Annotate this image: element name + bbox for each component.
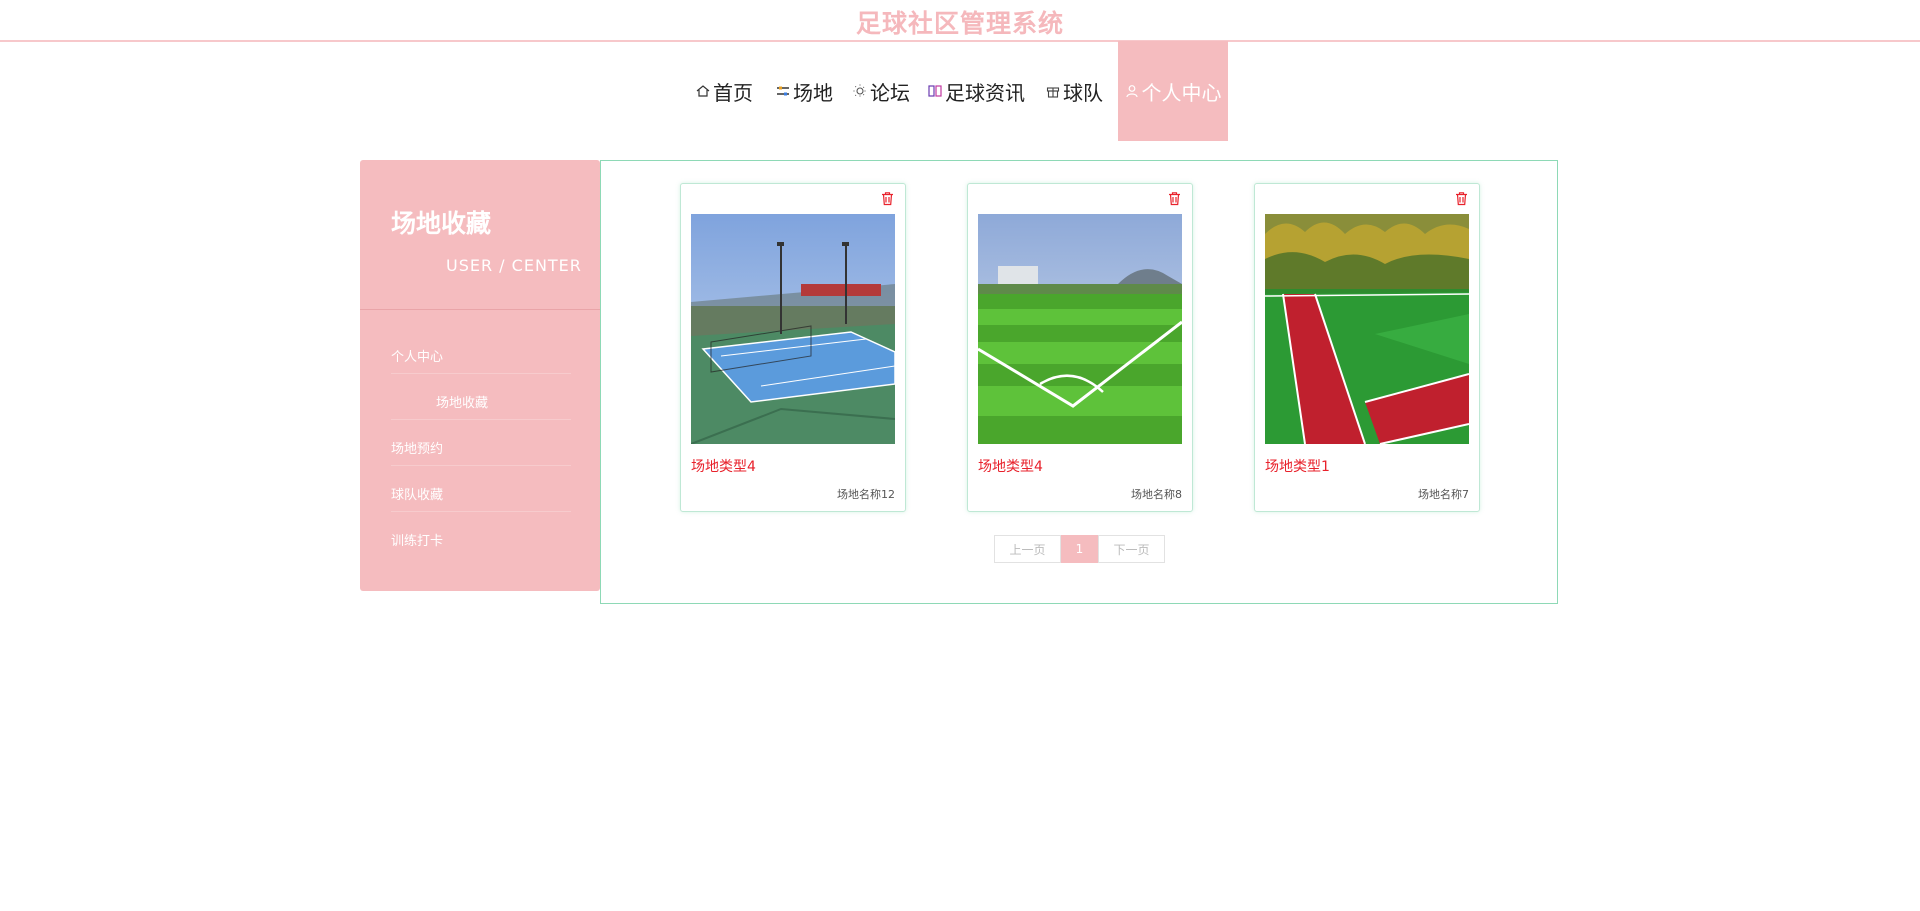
venue-photo[interactable]	[978, 214, 1182, 444]
trash-icon[interactable]	[1454, 191, 1469, 206]
trash-icon[interactable]	[1167, 191, 1182, 206]
sidebar-item-training-checkin[interactable]: 训练打卡	[391, 530, 443, 549]
pagination: 上一页 1 下一页	[994, 535, 1165, 563]
venue-type[interactable]: 场地类型4	[691, 456, 756, 476]
sidebar-divider	[391, 465, 571, 466]
sidebar-title: 场地收藏	[391, 209, 492, 238]
nav-item-label: 个人中心	[1141, 80, 1222, 105]
sliders-icon	[777, 86, 789, 96]
nav-item-user-center[interactable]: 个人中心	[1118, 41, 1228, 141]
sun-icon	[853, 84, 867, 98]
sidebar-divider	[391, 419, 571, 420]
nav-item-home[interactable]: 首页	[696, 41, 753, 141]
venue-type[interactable]: 场地类型1	[1265, 456, 1330, 476]
sidebar-divider	[391, 373, 571, 374]
trash-icon[interactable]	[880, 191, 895, 206]
sidebar-item-venue-favorites[interactable]: 场地收藏	[436, 392, 488, 411]
nav-item-venue[interactable]: 场地	[776, 41, 833, 141]
nav-item-label: 首页	[713, 80, 753, 105]
nav-item-label: 场地	[793, 80, 833, 105]
main-nav: 首页 场地 论坛 足球资讯 球队 个人中心	[0, 41, 1920, 141]
venue-name: 场地名称8	[1131, 488, 1182, 501]
sidebar-item-team-favorites[interactable]: 球队收藏	[391, 484, 443, 503]
sidebar: 场地收藏 USER / CENTER 个人中心 场地收藏 场地预约 球队收藏 训…	[360, 160, 600, 591]
current-page-button[interactable]: 1	[1061, 535, 1098, 563]
sidebar-subtitle: USER / CENTER	[446, 256, 582, 275]
venue-card[interactable]: 场地类型4 场地名称12	[680, 183, 906, 512]
nav-item-forum[interactable]: 论坛	[853, 41, 910, 141]
nav-item-label: 论坛	[870, 80, 910, 105]
sidebar-divider	[391, 511, 571, 512]
venue-photo[interactable]	[1265, 214, 1469, 444]
sidebar-item-user-center[interactable]: 个人中心	[391, 346, 443, 365]
venue-photo[interactable]	[691, 214, 895, 444]
gift-icon	[1046, 87, 1060, 98]
venue-name: 场地名称7	[1418, 488, 1469, 501]
next-page-button[interactable]: 下一页	[1098, 535, 1165, 563]
sidebar-divider	[360, 309, 600, 310]
user-icon	[1125, 85, 1138, 98]
nav-item-team[interactable]: 球队	[1046, 41, 1103, 141]
venue-card[interactable]: 场地类型1 场地名称7	[1254, 183, 1480, 512]
venue-name: 场地名称12	[837, 488, 895, 501]
home-icon	[696, 85, 710, 97]
sidebar-item-venue-booking[interactable]: 场地预约	[391, 438, 443, 457]
nav-item-label: 足球资讯	[945, 80, 1025, 105]
venue-card[interactable]: 场地类型4 场地名称8	[967, 183, 1193, 512]
nav-item-news[interactable]: 足球资讯	[928, 41, 1025, 141]
site-title: 足球社区管理系统	[855, 9, 1064, 38]
prev-page-button[interactable]: 上一页	[994, 535, 1061, 563]
top-bar: 足球社区管理系统	[0, 0, 1920, 42]
book-icon	[928, 85, 942, 97]
venue-type[interactable]: 场地类型4	[978, 456, 1043, 476]
nav-item-label: 球队	[1063, 80, 1103, 105]
